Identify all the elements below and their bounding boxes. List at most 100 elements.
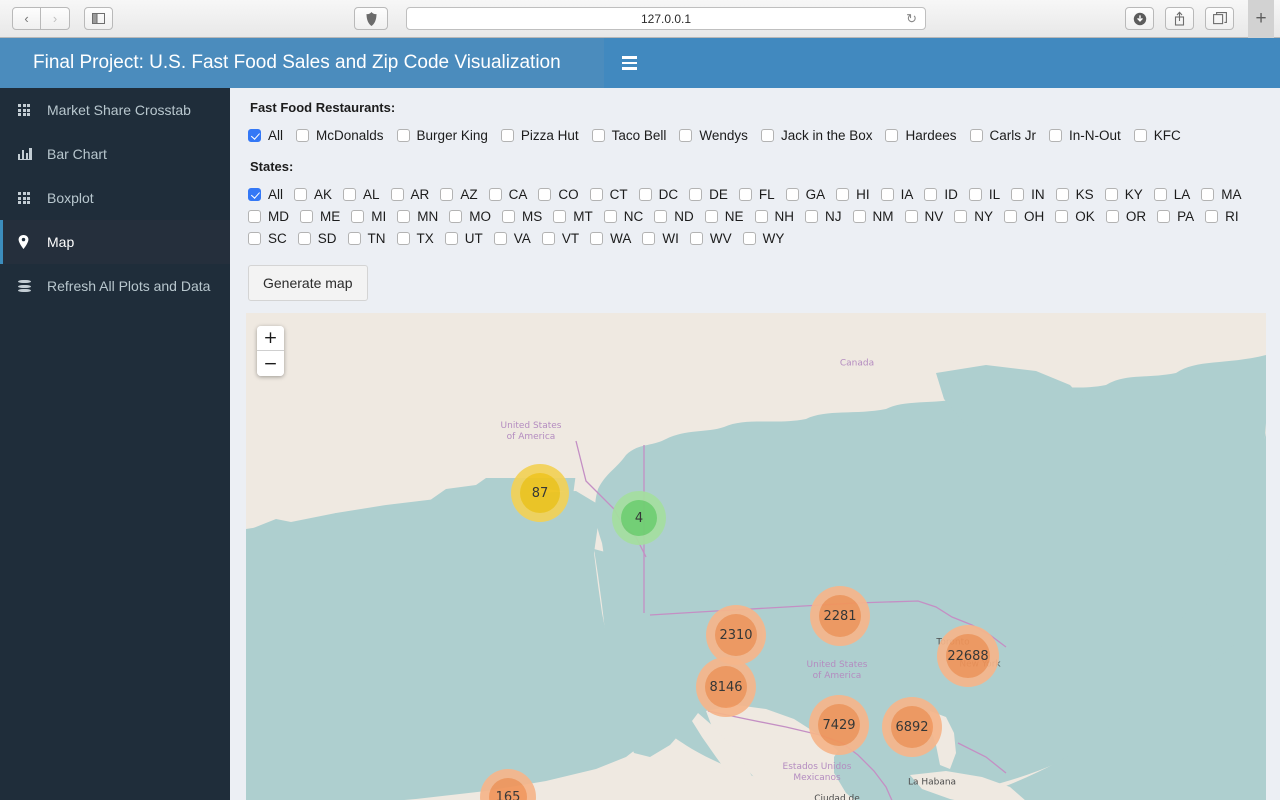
checkbox-nv[interactable]: NV [904,205,943,227]
checkbox-empty-icon[interactable] [500,128,514,142]
sidebar-item-market-share-crosstab[interactable]: Market Share Crosstab [0,88,230,132]
checkbox-empty-icon[interactable] [590,231,604,245]
checkbox-wa[interactable]: WA [590,227,631,249]
checkbox-empty-icon[interactable] [1049,128,1063,142]
sidebar-toggle-button[interactable] [84,7,113,30]
checkbox-empty-icon[interactable] [742,231,756,245]
checkbox-empty-icon[interactable] [1157,209,1171,223]
checkbox-empty-icon[interactable] [679,128,693,142]
checkbox-mt[interactable]: MT [553,205,593,227]
checkbox-all[interactable]: All [248,124,283,146]
checkbox-empty-icon[interactable] [904,209,918,223]
checkbox-taco-bell[interactable]: Taco Bell [591,124,666,146]
checkbox-empty-icon[interactable] [248,209,261,223]
checkbox-empty-icon[interactable] [351,209,365,223]
checkbox-empty-icon[interactable] [885,128,899,142]
checkbox-wv[interactable]: WV [689,227,732,249]
checkbox-me[interactable]: ME [300,205,340,227]
sidebar-item-refresh-all-plots-and-data[interactable]: Refresh All Plots and Data [0,264,230,308]
checkbox-mcdonalds[interactable]: McDonalds [296,124,384,146]
checkbox-empty-icon[interactable] [785,187,799,201]
checkbox-ct[interactable]: CT [589,183,628,205]
map-cluster-marker[interactable]: 87 [511,464,569,522]
generate-map-button[interactable]: Generate map [248,265,368,301]
checkbox-ks[interactable]: KS [1055,183,1094,205]
checkbox-checked-icon[interactable] [248,128,261,142]
checkbox-empty-icon[interactable] [397,209,411,223]
map-cluster-marker[interactable]: 6892 [882,697,942,757]
zoom-out-button[interactable]: − [257,351,284,376]
checkbox-all[interactable]: All [248,183,283,205]
checkbox-empty-icon[interactable] [1205,209,1219,223]
checkbox-ri[interactable]: RI [1205,205,1239,227]
checkbox-mo[interactable]: MO [449,205,491,227]
reload-icon[interactable]: ↻ [906,11,917,27]
checkbox-empty-icon[interactable] [1153,187,1167,201]
checkbox-nc[interactable]: NC [603,205,643,227]
checkbox-nj[interactable]: NJ [805,205,842,227]
forward-button[interactable]: › [41,7,70,30]
checkbox-empty-icon[interactable] [760,128,774,142]
address-bar[interactable]: 127.0.0.1 ↻ [406,7,926,30]
checkbox-empty-icon[interactable] [603,209,617,223]
checkbox-empty-icon[interactable] [449,209,463,223]
map-zoom-control[interactable]: + − [257,326,284,376]
checkbox-tx[interactable]: TX [396,227,434,249]
checkbox-wendys[interactable]: Wendys [679,124,748,146]
checkbox-va[interactable]: VA [493,227,531,249]
checkbox-mn[interactable]: MN [397,205,438,227]
share-button[interactable] [1165,7,1194,30]
checkbox-dc[interactable]: DC [638,183,678,205]
map-cluster-marker[interactable]: 8146 [696,657,756,717]
checkbox-empty-icon[interactable] [296,128,310,142]
checkbox-ms[interactable]: MS [502,205,542,227]
map-container[interactable]: + − Canada United States of America United… [246,313,1266,800]
map-cluster-marker[interactable]: 7429 [809,695,869,755]
checkbox-empty-icon[interactable] [300,209,313,223]
checkbox-mi[interactable]: MI [351,205,386,227]
checkbox-kfc[interactable]: KFC [1133,124,1181,146]
map-cluster-marker[interactable]: 4 [612,491,666,545]
checkbox-empty-icon[interactable] [738,187,752,201]
checkbox-empty-icon[interactable] [444,231,458,245]
checkbox-ia[interactable]: IA [880,183,913,205]
checkbox-ne[interactable]: NE [704,205,744,227]
checkbox-in[interactable]: IN [1011,183,1045,205]
checkbox-az[interactable]: AZ [440,183,478,205]
checkbox-empty-icon[interactable] [689,187,703,201]
checkbox-co[interactable]: CO [538,183,579,205]
checkbox-empty-icon[interactable] [954,209,968,223]
checkbox-ca[interactable]: CA [488,183,527,205]
checkbox-empty-icon[interactable] [591,128,605,142]
checkbox-empty-icon[interactable] [836,187,850,201]
checkbox-fl[interactable]: FL [738,183,775,205]
checkbox-ky[interactable]: KY [1104,183,1143,205]
new-tab-button[interactable]: + [1248,0,1274,38]
checkbox-empty-icon[interactable] [248,231,261,245]
checkbox-id[interactable]: ID [924,183,958,205]
checkbox-empty-icon[interactable] [638,187,652,201]
checkbox-il[interactable]: IL [968,183,1000,205]
checkbox-empty-icon[interactable] [968,187,982,201]
checkbox-empty-icon[interactable] [347,231,361,245]
checkbox-empty-icon[interactable] [969,128,983,142]
checkbox-wy[interactable]: WY [742,227,784,249]
checkbox-ar[interactable]: AR [390,183,429,205]
checkbox-empty-icon[interactable] [852,209,866,223]
checkbox-empty-icon[interactable] [390,187,404,201]
checkbox-ok[interactable]: OK [1055,205,1095,227]
tab-overview-button[interactable] [1205,7,1234,30]
checkbox-empty-icon[interactable] [924,187,938,201]
zoom-in-button[interactable]: + [257,326,284,351]
checkbox-empty-icon[interactable] [880,187,894,201]
checkbox-empty-icon[interactable] [1201,187,1215,201]
checkbox-nm[interactable]: NM [852,205,894,227]
checkbox-carls-jr[interactable]: Carls Jr [969,124,1036,146]
checkbox-empty-icon[interactable] [1055,187,1069,201]
checkbox-empty-icon[interactable] [1105,209,1119,223]
checkbox-wi[interactable]: WI [642,227,679,249]
checkbox-pizza-hut[interactable]: Pizza Hut [500,124,579,146]
checkbox-in-n-out[interactable]: In-N-Out [1049,124,1121,146]
checkbox-sd[interactable]: SD [297,227,337,249]
checkbox-empty-icon[interactable] [502,209,515,223]
